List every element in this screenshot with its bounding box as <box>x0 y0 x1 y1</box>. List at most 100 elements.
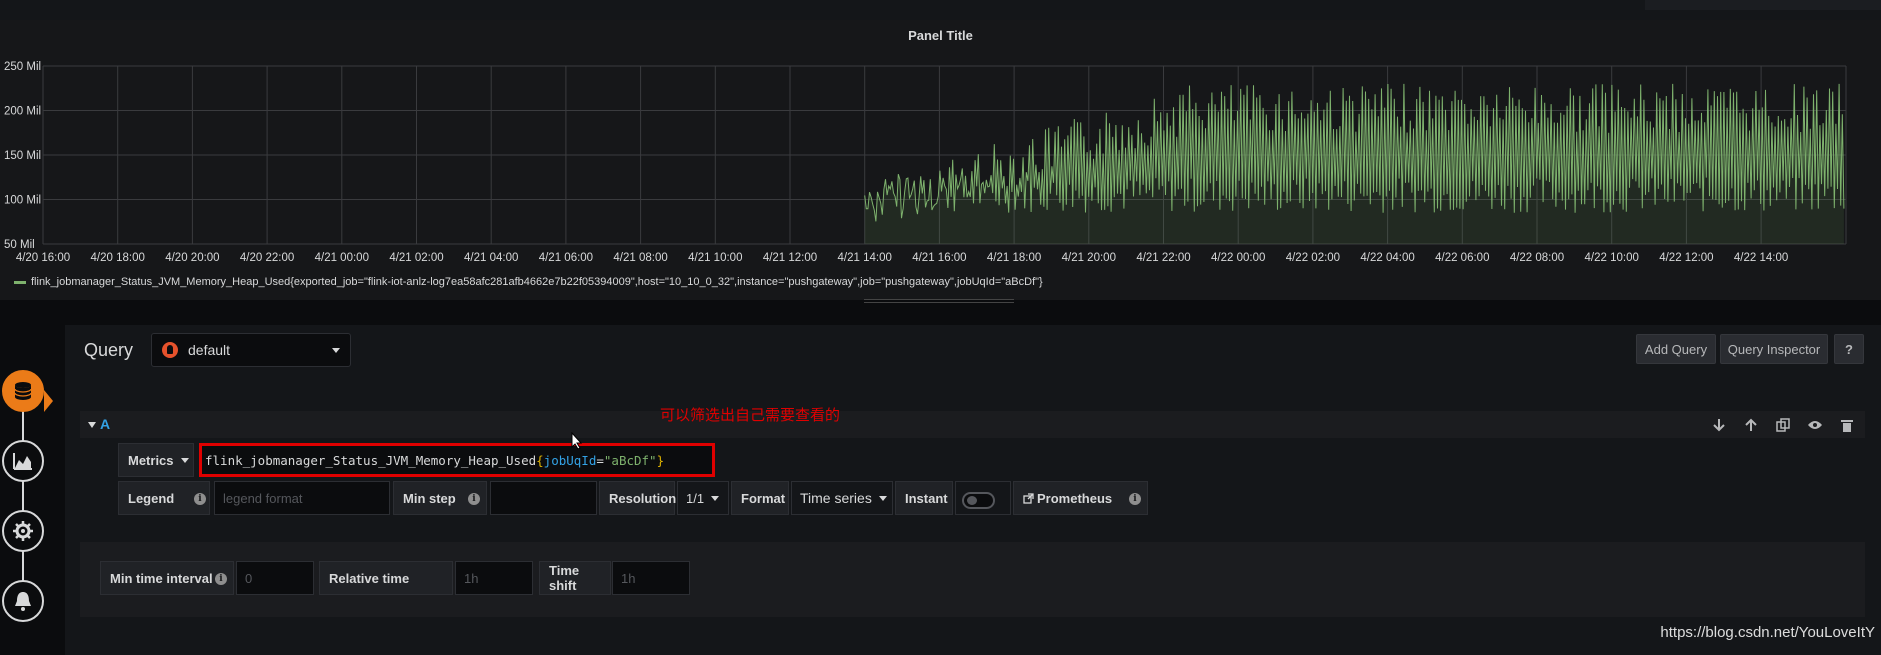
x-tick-label: 4/22 06:00 <box>1435 252 1489 264</box>
brace-open: { <box>536 452 544 468</box>
query-row-header[interactable]: A <box>80 411 1865 438</box>
trash-icon[interactable] <box>1839 417 1855 433</box>
x-tick-label: 4/21 14:00 <box>838 252 892 264</box>
resolution-value: 1/1 <box>686 490 705 506</box>
prometheus-icon <box>162 342 178 358</box>
editor-tab-rail <box>0 360 53 640</box>
x-tick-label: 4/20 16:00 <box>16 252 70 264</box>
query-row-letter[interactable]: A <box>100 416 110 432</box>
x-tick-label: 4/20 22:00 <box>240 252 294 264</box>
info-icon[interactable]: i <box>215 573 227 585</box>
external-link-icon <box>1023 492 1034 504</box>
datasource-value: default <box>188 342 231 358</box>
y-tick-label: 100 Mil <box>4 195 41 207</box>
x-tick-label: 4/20 18:00 <box>91 252 145 264</box>
x-tick-label: 4/21 18:00 <box>987 252 1041 264</box>
collapse-caret-icon[interactable] <box>88 422 96 428</box>
x-tick-label: 4/22 02:00 <box>1286 252 1340 264</box>
legend-label: flink_jobmanager_Status_JVM_Memory_Heap_… <box>31 276 1043 288</box>
y-tick-label: 50 Mil <box>4 239 35 251</box>
datasource-select[interactable]: default <box>151 333 351 367</box>
x-tick-label: 4/21 04:00 <box>464 252 518 264</box>
chevron-down-icon <box>878 495 887 501</box>
panel-resize-handle[interactable] <box>864 299 1014 303</box>
mouse-cursor-icon <box>571 432 583 450</box>
label-value: "aBcDf" <box>603 452 657 468</box>
time-shift-label: Time shift <box>539 561 611 595</box>
x-tick-label: 4/21 06:00 <box>539 252 593 264</box>
min-step-label-text: Min step <box>403 490 456 506</box>
general-tab[interactable] <box>2 510 44 552</box>
move-up-icon[interactable] <box>1743 417 1759 433</box>
legend-swatch <box>14 280 26 284</box>
chevron-down-icon <box>332 348 340 353</box>
top-right-block <box>1645 0 1881 10</box>
info-icon[interactable]: i <box>468 493 480 505</box>
query-heading: Query <box>84 340 134 360</box>
database-icon <box>14 382 32 400</box>
x-tick-label: 4/21 10:00 <box>688 252 742 264</box>
min-step-input[interactable] <box>490 481 597 515</box>
x-tick-label: 4/21 00:00 <box>315 252 369 264</box>
info-icon[interactable]: i <box>194 493 206 505</box>
area-chart-icon <box>13 453 32 470</box>
format-value: Time series <box>800 490 872 506</box>
prometheus-link-text: Prometheus <box>1037 490 1113 506</box>
format-label: Format <box>731 481 789 515</box>
duplicate-icon[interactable] <box>1775 417 1791 433</box>
x-tick-label: 4/20 20:00 <box>165 252 219 264</box>
x-tick-label: 4/22 04:00 <box>1360 252 1414 264</box>
help-button[interactable]: ? <box>1834 334 1864 364</box>
instant-label: Instant <box>895 481 953 515</box>
chevron-down-icon <box>180 457 189 463</box>
format-select[interactable]: Time series <box>791 481 893 515</box>
metric-name: flink_jobmanager_Status_JVM_Memory_Heap_… <box>205 452 537 468</box>
brace-close: } <box>656 452 665 468</box>
eye-icon[interactable] <box>1807 417 1823 433</box>
top-strip <box>0 0 1881 20</box>
x-tick-label: 4/21 22:00 <box>1136 252 1190 264</box>
min-time-interval-text: Min time interval <box>110 570 213 586</box>
x-tick-label: 4/21 08:00 <box>613 252 667 264</box>
y-tick-label: 150 Mil <box>4 150 41 162</box>
active-tab-arrow <box>44 390 53 412</box>
x-tick-label: 4/22 14:00 <box>1734 252 1788 264</box>
queries-tab[interactable] <box>2 370 44 412</box>
metrics-query-input[interactable]: flink_jobmanager_Status_JVM_Memory_Heap_… <box>199 443 715 477</box>
relative-time-label: Relative time <box>319 561 453 595</box>
label-key: jobUqId <box>543 452 597 468</box>
alert-tab[interactable] <box>2 580 44 622</box>
y-tick-label: 250 Mil <box>4 61 41 73</box>
legend-label-text: Legend <box>128 490 175 506</box>
chart[interactable]: 250 Mil200 Mil150 Mil100 Mil50 Mil4/20 1… <box>0 20 1881 300</box>
x-tick-label: 4/22 08:00 <box>1510 252 1564 264</box>
annotation-text: 可以筛选出自己需要查看的 <box>660 406 841 424</box>
time-shift-input[interactable]: 1h <box>612 561 690 595</box>
x-tick-label: 4/22 12:00 <box>1659 252 1713 264</box>
query-inspector-button[interactable]: Query Inspector <box>1720 334 1828 364</box>
add-query-button[interactable]: Add Query <box>1636 334 1716 364</box>
bell-icon <box>15 592 31 611</box>
relative-time-input[interactable]: 1h <box>455 561 533 595</box>
legend-format-input[interactable]: legend format <box>214 481 390 515</box>
x-tick-label: 4/21 12:00 <box>763 252 817 264</box>
instant-toggle[interactable] <box>962 492 995 509</box>
label-operator: = <box>596 452 604 468</box>
prometheus-docs-link[interactable]: Prometheus <box>1013 481 1148 515</box>
x-tick-label: 4/21 16:00 <box>912 252 966 264</box>
x-tick-label: 4/22 00:00 <box>1211 252 1265 264</box>
metrics-label[interactable]: Metrics <box>118 443 194 477</box>
metrics-label-text: Metrics <box>128 452 174 468</box>
min-time-interval-label: Min time interval <box>100 561 234 595</box>
resolution-select[interactable]: 1/1 <box>677 481 729 515</box>
info-icon[interactable]: i <box>1129 493 1141 505</box>
visualization-tab[interactable] <box>2 440 44 482</box>
move-down-icon[interactable] <box>1711 417 1727 433</box>
min-time-interval-input[interactable]: 0 <box>236 561 314 595</box>
query-row-actions <box>1711 417 1855 433</box>
legend-item[interactable]: flink_jobmanager_Status_JVM_Memory_Heap_… <box>14 276 1043 288</box>
watermark: https://blog.csdn.net/YouLoveItY <box>1660 624 1875 641</box>
chevron-down-icon <box>711 495 720 501</box>
resolution-label: Resolution <box>599 481 676 515</box>
x-tick-label: 4/22 10:00 <box>1585 252 1639 264</box>
